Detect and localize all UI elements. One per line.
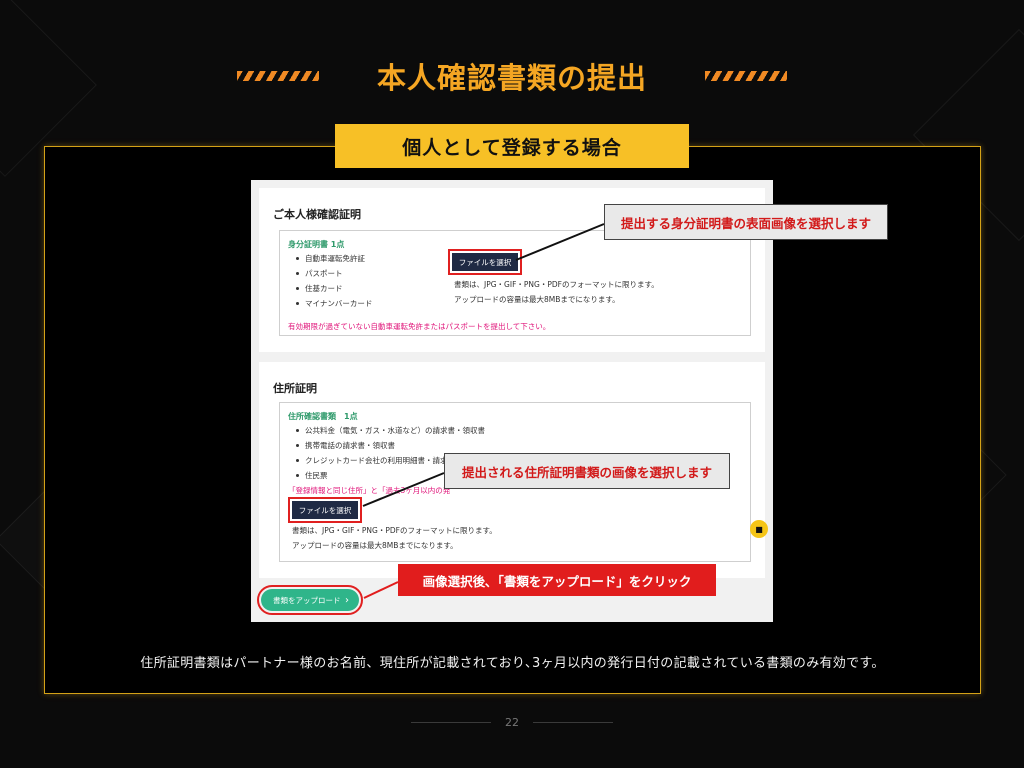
stripe-decoration-left — [236, 71, 319, 81]
title-row: 本人確認書類の提出 — [0, 52, 1024, 100]
identity-note-format: 書類は、JPG・GIF・PNG・PDFのフォーマットに限ります。 — [454, 280, 659, 289]
chat-icon[interactable]: ■ — [750, 520, 768, 538]
footer-note: 住所証明書類はパートナー様のお名前、現住所が記載されており､3ヶ月以内の発行日付… — [140, 656, 885, 671]
section-subtitle: 個人として登録する場合 — [335, 124, 689, 168]
address-note-format: 書類は、JPG・GIF・PNG・PDFのフォーマットに限ります。 — [292, 526, 497, 535]
identity-category: 身分証明書 1点 — [288, 240, 345, 249]
list-item: 住基カード — [296, 281, 372, 296]
address-note-size: アップロードの容量は最大8MBまでになります。 — [292, 541, 458, 550]
address-file-button[interactable]: ファイルを選択 — [288, 497, 362, 523]
divider — [411, 722, 491, 723]
list-item: パスポート — [296, 266, 372, 281]
identity-file-button[interactable]: ファイルを選択 — [448, 249, 522, 275]
page-number: 22 — [505, 716, 519, 729]
page-number-row: 22 — [0, 716, 1024, 729]
identity-warning: 有効期限が過ぎていない自動車運転免許またはパスポートを提出して下さい。 — [288, 322, 551, 331]
upload-documents-button[interactable]: 書類をアップロード › — [257, 585, 363, 615]
list-item: 公共料金（電気・ガス・水道など）の請求書・領収書 — [296, 423, 485, 438]
chevron-right-icon: › — [345, 594, 349, 606]
callout-address: 提出される住所証明書類の画像を選択します — [444, 453, 730, 489]
list-item: マイナンバーカード — [296, 296, 372, 311]
list-item: 自動車運転免許証 — [296, 251, 372, 266]
divider — [533, 722, 613, 723]
stripe-decoration-right — [705, 71, 787, 81]
identity-note-size: アップロードの容量は最大8MBまでになります。 — [454, 295, 620, 304]
list-item: 携帯電話の請求書・領収書 — [296, 438, 485, 453]
address-category: 住所確認書類 1点 — [288, 412, 358, 421]
callout-identity: 提出する身分証明書の表面画像を選択します — [604, 204, 888, 240]
identity-box: 身分証明書 1点 自動車運転免許証 パスポート 住基カード マイナンバーカード … — [279, 230, 751, 336]
upload-button-label: 書類をアップロード — [273, 595, 341, 605]
identity-title: ご本人様確認証明 — [273, 208, 361, 221]
page-title: 本人確認書類の提出 — [376, 61, 647, 95]
identity-list: 自動車運転免許証 パスポート 住基カード マイナンバーカード — [296, 251, 372, 311]
address-warning: 「登録情報と同じ住所」と「過去3ヶ月以内の発 — [288, 486, 451, 495]
callout-upload: 画像選択後､「書類をアップロード」をクリック — [398, 564, 716, 596]
screenshot-panel: ご本人様確認証明 身分証明書 1点 自動車運転免許証 パスポート 住基カード マ… — [251, 180, 773, 622]
address-title: 住所証明 — [273, 382, 317, 395]
